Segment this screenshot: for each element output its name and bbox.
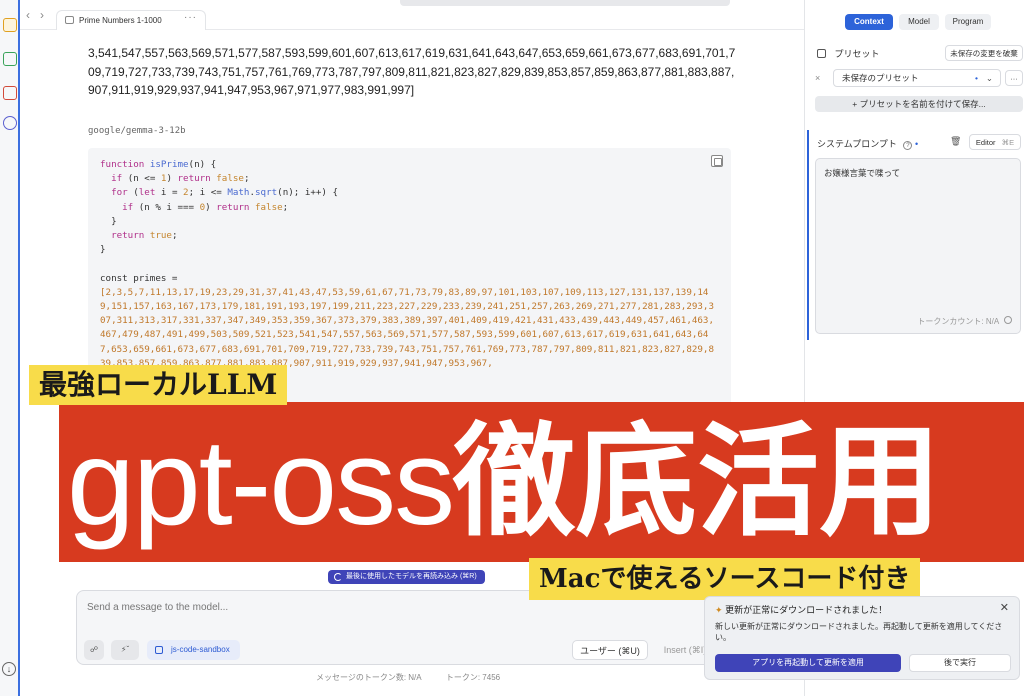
restart-apply-button[interactable]: アプリを再起動して更新を適用: [715, 654, 901, 672]
folder-icon[interactable]: [3, 86, 17, 100]
tab-bar: ‹ › Prime Numbers 1-1000 ···: [20, 0, 804, 30]
later-button[interactable]: 後で実行: [909, 654, 1011, 672]
primes-declaration: const primes =: [100, 272, 178, 284]
tab-context[interactable]: Context: [845, 14, 893, 30]
token-count-label: トークンカウント: N/A: [917, 317, 999, 326]
code-line: for (let i = 2; i <= Math.sqrt(n); i++) …: [111, 187, 339, 199]
terminal-icon[interactable]: [3, 52, 17, 66]
title-text: gpt-oss徹底活用: [67, 402, 941, 562]
preset-row: プリセット: [817, 47, 880, 60]
system-prompt-header: システムプロンプト ? •: [817, 137, 918, 150]
left-rail: ↓: [0, 0, 20, 696]
reload-label: 最後に使用したモデルを再読み込み (⌘R): [346, 573, 477, 580]
tab-model[interactable]: Model: [899, 14, 939, 30]
code-line: }: [100, 244, 106, 256]
tab-program[interactable]: Program: [945, 14, 991, 30]
plugin-button[interactable]: ⚡ˇ: [111, 640, 139, 660]
download-icon[interactable]: ↓: [2, 662, 16, 676]
tab-prime-numbers[interactable]: Prime Numbers 1-1000 ···: [56, 10, 206, 30]
chat-bubble-icon: [65, 16, 74, 24]
system-prompt-active-bar: [807, 130, 809, 340]
message-composer[interactable]: Send a message to the model... ☍ ⚡ˇ js-c…: [76, 590, 718, 665]
total-token-count: トークン: 7456: [445, 673, 501, 682]
tab-more-button[interactable]: ···: [184, 12, 197, 23]
reload-icon: [334, 573, 342, 581]
forward-button[interactable]: ›: [40, 8, 44, 22]
code-line: }: [100, 215, 117, 227]
sandbox-icon: [155, 646, 163, 654]
system-prompt-text: お嬢様言葉で喋って: [824, 168, 901, 178]
previous-message-text: 3,541,547,557,563,569,571,577,587,593,59…: [88, 46, 736, 97]
plug-icon: ⚡ˇ: [120, 645, 130, 654]
app-window: ↓ ‹ › Prime Numbers 1-1000 ··· 3,541,547…: [0, 0, 1024, 696]
attach-button[interactable]: ☍: [84, 640, 104, 660]
reload-model-button[interactable]: 最後に使用したモデルを再読み込み (⌘R): [328, 570, 485, 584]
tab-title: Prime Numbers 1-1000: [79, 16, 162, 25]
primes-array: [2,3,5,7,11,13,17,19,23,29,31,37,41,43,4…: [100, 286, 714, 369]
editor-button[interactable]: Editor ⌘E: [969, 134, 1021, 150]
copy-icon[interactable]: [711, 155, 723, 167]
code-line: if (n <= 1) return false;: [111, 173, 250, 185]
chevron-down-icon: ⌄: [985, 73, 993, 83]
system-prompt-label: システムプロンプト: [817, 139, 897, 149]
token-footer: メッセージのトークン数: N/A トークン: 7456: [316, 672, 522, 683]
search-icon[interactable]: [3, 116, 17, 130]
system-prompt-textarea[interactable]: お嬢様言葉で喋って トークンカウント: N/A: [815, 158, 1021, 334]
notification-body: 新しい更新が正常にダウンロードされました。再起動して更新を適用してください。: [715, 622, 1003, 642]
title-latin: gpt-oss: [67, 414, 455, 550]
help-icon[interactable]: ?: [903, 141, 913, 150]
preset-value: 未保存のプリセット: [842, 73, 919, 83]
title-banner: gpt-oss徹底活用: [59, 402, 1024, 562]
save-preset-as-button[interactable]: + プリセットを名前を付けて保存...: [815, 96, 1023, 112]
code-line: if (n % i === 0) return false;: [122, 201, 289, 213]
preset-select[interactable]: 未保存のプリセット • ⌄: [833, 69, 1001, 87]
user-role-button[interactable]: ユーザー (⌘U): [572, 640, 648, 660]
subtitle-top-banner: 最強ローカルLLM: [29, 365, 288, 405]
discard-changes-button[interactable]: 未保存の変更を破棄: [945, 45, 1023, 61]
update-notification: ✦ 更新が正常にダウンロードされました！ ✕ 新しい更新が正常にダウンロードされ…: [704, 596, 1020, 680]
plus-icon: +: [852, 99, 860, 109]
top-search-strip[interactable]: [400, 0, 730, 6]
preset-more-button[interactable]: ···: [1005, 70, 1023, 86]
trash-icon[interactable]: 🗑: [950, 136, 961, 147]
close-icon[interactable]: ✕: [1000, 601, 1009, 614]
cube-icon: [817, 49, 826, 58]
chat-icon[interactable]: [3, 18, 17, 32]
message-token-count: メッセージのトークン数: N/A: [316, 673, 422, 682]
notification-title: 更新が正常にダウンロードされました！: [725, 605, 888, 615]
paperclip-icon: ☍: [89, 645, 99, 654]
code-line: function isPrime(n) {: [100, 159, 217, 170]
message-input[interactable]: Send a message to the model...: [87, 602, 228, 613]
editor-label: Editor: [975, 138, 996, 147]
subtitle-bottom-banner: Macで使えるソースコード付き: [529, 558, 921, 600]
token-count: トークンカウント: N/A: [917, 316, 1012, 327]
info-icon: [1004, 316, 1012, 324]
unsaved-dot-icon: •: [975, 73, 978, 83]
notification-title-row: ✦ 更新が正常にダウンロードされました！: [715, 603, 887, 616]
preset-label: プリセット: [834, 49, 880, 59]
title-japanese: 徹底活用: [453, 411, 942, 553]
party-icon: ✦: [715, 605, 723, 615]
back-button[interactable]: ‹: [26, 8, 30, 22]
code-line: return true;: [111, 230, 178, 242]
model-label: google/gemma-3-12b: [88, 126, 186, 136]
js-code-sandbox-chip[interactable]: js-code-sandbox: [147, 640, 240, 660]
save-preset-label: プリセットを名前を付けて保存...: [859, 99, 986, 109]
shortcut-icon: ⌘E: [1001, 138, 1015, 147]
sandbox-label: js-code-sandbox: [171, 645, 230, 654]
clear-preset-icon[interactable]: ×: [815, 73, 820, 83]
modified-dot-icon: •: [914, 139, 919, 149]
